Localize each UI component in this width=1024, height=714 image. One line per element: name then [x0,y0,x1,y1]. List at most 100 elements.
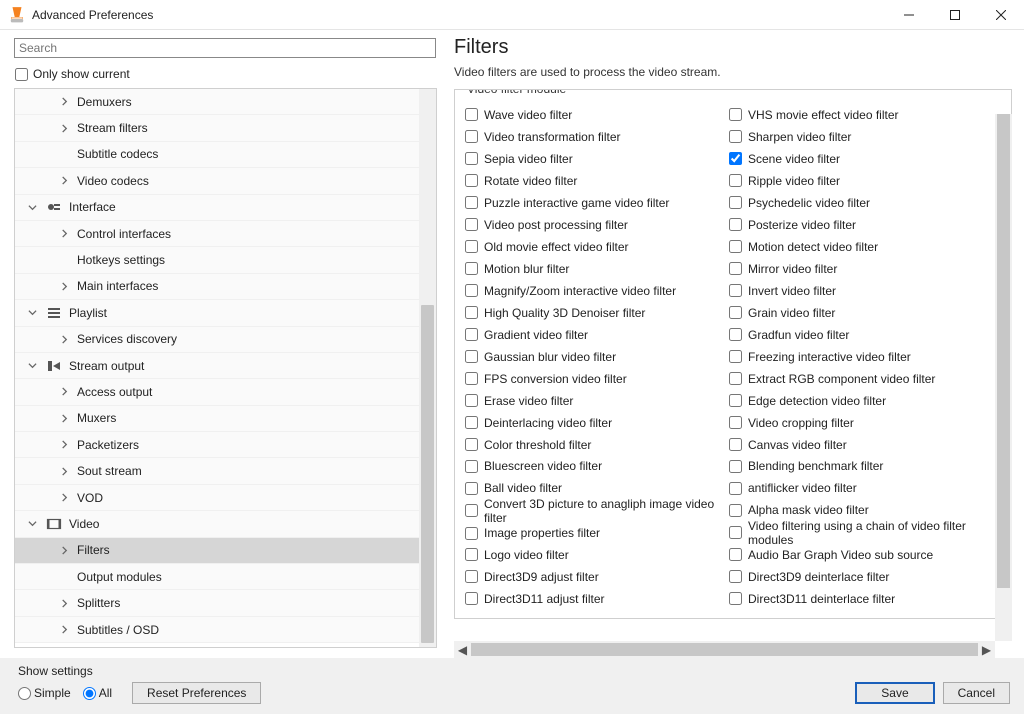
tree-item-output-modules[interactable]: Output modules [15,564,419,590]
filter-checkbox[interactable] [465,416,478,429]
filter-sepia-video-filter[interactable]: Sepia video filter [465,148,721,170]
filter-fps-conversion-video-filter[interactable]: FPS conversion video filter [465,368,721,390]
filter-checkbox[interactable] [465,570,478,583]
tree-scroll-thumb[interactable] [421,305,434,643]
filter-edge-detection-video-filter[interactable]: Edge detection video filter [729,390,1001,412]
simple-radio[interactable]: Simple [18,686,71,700]
filter-logo-video-filter[interactable]: Logo video filter [465,544,721,566]
tree-item-vod[interactable]: VOD [15,485,419,511]
tree-item-services-discovery[interactable]: Services discovery [15,327,419,353]
save-button[interactable]: Save [855,682,934,704]
filter-checkbox[interactable] [729,218,742,231]
filter-checkbox[interactable] [465,394,478,407]
tree-item-sout-stream[interactable]: Sout stream [15,458,419,484]
tree-item-subtitles-osd[interactable]: Subtitles / OSD [15,617,419,643]
filter-puzzle-interactive-game-video-filter[interactable]: Puzzle interactive game video filter [465,192,721,214]
filter-invert-video-filter[interactable]: Invert video filter [729,280,1001,302]
filter-checkbox[interactable] [729,152,742,165]
filter-image-properties-filter[interactable]: Image properties filter [465,522,721,544]
filter-checkbox[interactable] [465,284,478,297]
filter-video-filtering-using-a-chain-of-video-filter-modules[interactable]: Video filtering using a chain of video f… [729,521,1001,544]
right-vertical-scroll-thumb[interactable] [997,114,1010,588]
filter-checkbox[interactable] [729,548,742,561]
chevron-right-icon[interactable] [57,282,71,291]
filter-checkbox[interactable] [729,130,742,143]
filter-psychedelic-video-filter[interactable]: Psychedelic video filter [729,192,1001,214]
filter-ripple-video-filter[interactable]: Ripple video filter [729,170,1001,192]
filter-direct3d11-deinterlace-filter[interactable]: Direct3D11 deinterlace filter [729,588,1001,610]
filter-checkbox[interactable] [465,548,478,561]
chevron-right-icon[interactable] [57,387,71,396]
tree-item-hotkeys-settings[interactable]: Hotkeys settings [15,247,419,273]
filter-convert-3d-picture-to-anagliph-image-video-filter[interactable]: Convert 3D picture to anagliph image vid… [465,499,721,522]
filter-checkbox[interactable] [465,196,478,209]
filter-checkbox[interactable] [729,306,742,319]
filter-checkbox[interactable] [465,152,478,165]
chevron-right-icon[interactable] [57,335,71,344]
filter-checkbox[interactable] [465,262,478,275]
filter-gradfun-video-filter[interactable]: Gradfun video filter [729,324,1001,346]
filter-direct3d11-adjust-filter[interactable]: Direct3D11 adjust filter [465,588,721,610]
filter-wave-video-filter[interactable]: Wave video filter [465,104,721,126]
filter-checkbox[interactable] [729,394,742,407]
filter-checkbox[interactable] [465,108,478,121]
filter-video-transformation-filter[interactable]: Video transformation filter [465,126,721,148]
filter-checkbox[interactable] [465,504,478,517]
filter-checkbox[interactable] [729,482,742,495]
filter-video-post-processing-filter[interactable]: Video post processing filter [465,214,721,236]
right-horizontal-scroll-thumb[interactable] [471,643,978,656]
filter-checkbox[interactable] [729,504,742,517]
filter-checkbox[interactable] [465,306,478,319]
tree-item-video[interactable]: Video [15,511,419,537]
filter-magnify-zoom-interactive-video-filter[interactable]: Magnify/Zoom interactive video filter [465,280,721,302]
tree-item-access-output[interactable]: Access output [15,379,419,405]
chevron-right-icon[interactable] [57,124,71,133]
filter-checkbox[interactable] [729,328,742,341]
right-horizontal-scrollbar[interactable]: ◀ ▶ [454,641,995,658]
maximize-button[interactable] [932,0,978,30]
right-vertical-scrollbar[interactable] [995,114,1012,641]
filter-freezing-interactive-video-filter[interactable]: Freezing interactive video filter [729,346,1001,368]
tree-item-filters[interactable]: Filters [15,538,419,564]
filter-canvas-video-filter[interactable]: Canvas video filter [729,434,1001,456]
filter-checkbox[interactable] [729,350,742,363]
filter-direct3d9-deinterlace-filter[interactable]: Direct3D9 deinterlace filter [729,566,1001,588]
filter-gaussian-blur-video-filter[interactable]: Gaussian blur video filter [465,346,721,368]
hscroll-left-arrow[interactable]: ◀ [454,641,471,658]
filter-checkbox[interactable] [465,218,478,231]
tree-item-demuxers[interactable]: Demuxers [15,89,419,115]
filter-deinterlacing-video-filter[interactable]: Deinterlacing video filter [465,412,721,434]
filter-checkbox[interactable] [465,350,478,363]
close-button[interactable] [978,0,1024,30]
chevron-down-icon[interactable] [25,519,39,528]
filter-bluescreen-video-filter[interactable]: Bluescreen video filter [465,456,721,478]
search-input[interactable] [14,38,436,58]
filter-color-threshold-filter[interactable]: Color threshold filter [465,434,721,456]
chevron-right-icon[interactable] [57,440,71,449]
chevron-right-icon[interactable] [57,625,71,634]
chevron-right-icon[interactable] [57,414,71,423]
filter-audio-bar-graph-video-sub-source[interactable]: Audio Bar Graph Video sub source [729,544,1001,566]
tree-item-main-interfaces[interactable]: Main interfaces [15,274,419,300]
cancel-button[interactable]: Cancel [943,682,1010,704]
filter-erase-video-filter[interactable]: Erase video filter [465,390,721,412]
tree-item-packetizers[interactable]: Packetizers [15,432,419,458]
filter-checkbox[interactable] [465,328,478,341]
chevron-right-icon[interactable] [57,229,71,238]
filter-checkbox[interactable] [465,130,478,143]
filter-blending-benchmark-filter[interactable]: Blending benchmark filter [729,456,1001,478]
filter-posterize-video-filter[interactable]: Posterize video filter [729,214,1001,236]
tree-item-video-codecs[interactable]: Video codecs [15,168,419,194]
filter-checkbox[interactable] [729,262,742,275]
filter-checkbox[interactable] [729,108,742,121]
tree-item-interface[interactable]: Interface [15,195,419,221]
filter-checkbox[interactable] [729,438,742,451]
filter-checkbox[interactable] [465,482,478,495]
filter-vhs-movie-effect-video-filter[interactable]: VHS movie effect video filter [729,104,1001,126]
filter-old-movie-effect-video-filter[interactable]: Old movie effect video filter [465,236,721,258]
filter-checkbox[interactable] [465,592,478,605]
filter-motion-blur-filter[interactable]: Motion blur filter [465,258,721,280]
tree-item-subtitle-codecs[interactable]: Subtitle codecs [15,142,419,168]
chevron-right-icon[interactable] [57,176,71,185]
chevron-right-icon[interactable] [57,599,71,608]
